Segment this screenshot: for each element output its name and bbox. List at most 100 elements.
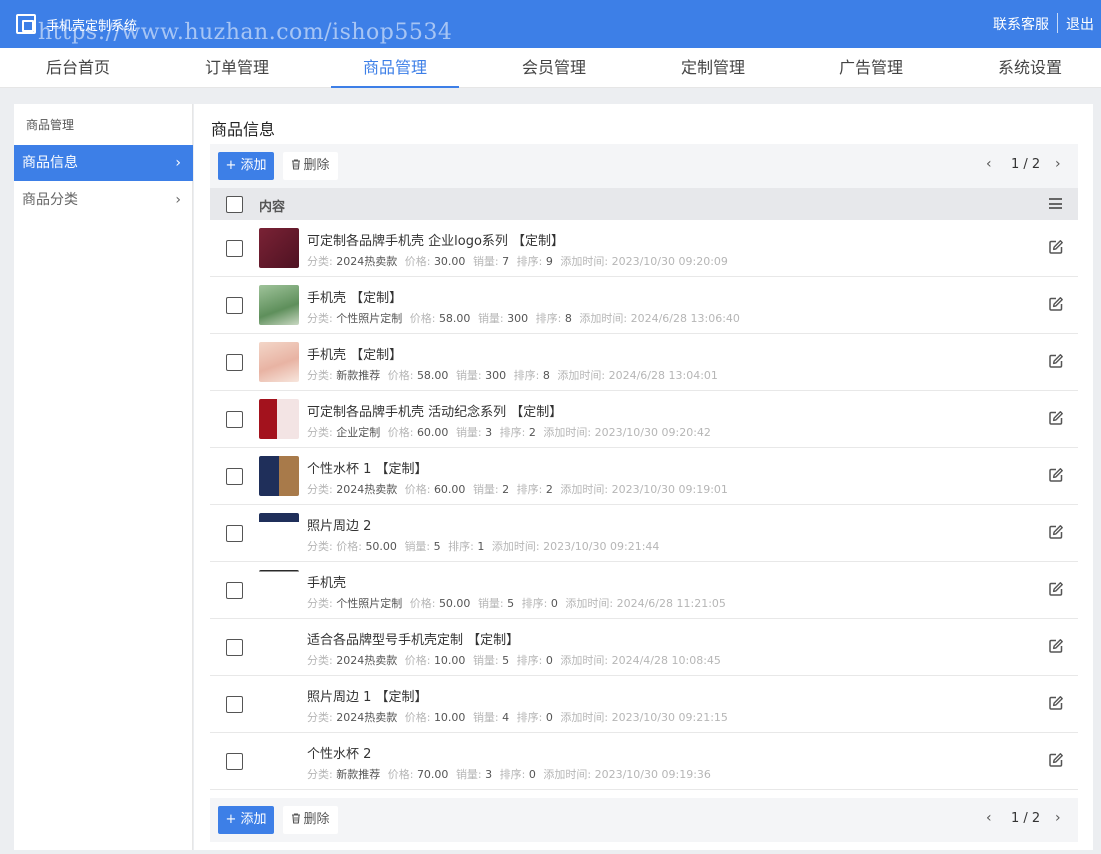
product-meta: 分类: 价格: 50.00 销量: 5 排序: 1 添加时间: 2023/10/… [307, 538, 659, 554]
meta-label-order: 排序: [516, 711, 543, 724]
product-title[interactable]: 可定制各品牌手机壳 活动纪念系列 【定制】 [307, 401, 562, 420]
nav-item-ads[interactable]: 广告管理 [807, 48, 935, 88]
logout-link[interactable]: 退出 [1066, 14, 1094, 34]
row-checkbox[interactable] [226, 525, 243, 542]
edit-icon[interactable] [1048, 638, 1064, 654]
meta-sales: 7 [502, 255, 510, 268]
nav-item-home[interactable]: 后台首页 [14, 48, 142, 88]
meta-label-added: 添加时间: [565, 597, 614, 610]
column-header-content: 内容 [259, 200, 286, 215]
meta-label-price: 价格: [387, 426, 414, 439]
meta-added: 2023/10/30 09:19:01 [611, 483, 728, 496]
sidebar-item-label: 商品信息 [22, 155, 78, 171]
product-title[interactable]: 手机壳 【定制】 [307, 344, 402, 363]
add-button[interactable]: + 添加 [218, 152, 274, 180]
edit-icon[interactable] [1048, 410, 1064, 426]
meta-category: 新款推荐 [336, 768, 381, 781]
sidebar-title: 商品管理 [26, 118, 75, 132]
meta-label-category: 分类: [307, 426, 333, 439]
row-checkbox[interactable] [226, 696, 243, 713]
nav-item-members[interactable]: 会员管理 [490, 48, 618, 88]
meta-price: 58.00 [438, 312, 471, 325]
nav-item-settings[interactable]: 系统设置 [966, 48, 1094, 88]
edit-icon[interactable] [1048, 239, 1064, 255]
delete-button[interactable]: 删除 [283, 806, 338, 834]
row-checkbox[interactable] [226, 240, 243, 257]
add-button[interactable]: + 添加 [218, 806, 274, 834]
row-checkbox[interactable] [226, 639, 243, 656]
meta-label-order: 排序: [499, 768, 526, 781]
row-checkbox[interactable] [226, 411, 243, 428]
row-checkbox[interactable] [226, 297, 243, 314]
meta-price: 30.00 [433, 255, 466, 268]
product-title[interactable]: 个性水杯 2 [307, 743, 371, 762]
meta-label-price: 价格: [404, 255, 431, 268]
row-checkbox[interactable] [226, 582, 243, 599]
meta-sales: 300 [485, 369, 507, 382]
product-title[interactable]: 照片周边 1 【定制】 [307, 686, 428, 705]
table-row: 手机壳 【定制】 分类: 新款推荐 价格: 58.00 销量: 300 排序: … [210, 334, 1078, 391]
meta-sales: 2 [502, 483, 510, 496]
table-row: 照片周边 1 【定制】 分类: 2024热卖款 价格: 10.00 销量: 4 … [210, 676, 1078, 733]
row-checkbox[interactable] [226, 753, 243, 770]
edit-icon[interactable] [1048, 353, 1064, 369]
main-nav: 后台首页 订单管理 商品管理 会员管理 定制管理 广告管理 系统设置 [0, 48, 1101, 88]
meta-category: 新款推荐 [336, 369, 381, 382]
meta-sales: 4 [502, 711, 510, 724]
edit-icon[interactable] [1048, 695, 1064, 711]
meta-sales: 3 [485, 768, 493, 781]
chevron-right-icon[interactable]: › [1055, 810, 1061, 826]
product-thumbnail [259, 456, 299, 496]
meta-order: 0 [545, 711, 553, 724]
chevron-right-icon[interactable]: › [1055, 156, 1061, 172]
edit-icon[interactable] [1048, 524, 1064, 540]
sidebar-item-product-info[interactable]: 商品信息 › [14, 145, 193, 181]
nav-item-orders[interactable]: 订单管理 [173, 48, 301, 88]
product-thumbnail [259, 228, 299, 268]
chevron-left-icon[interactable]: ‹ [986, 156, 992, 172]
meta-price: 58.00 [416, 369, 449, 382]
sidebar-item-label: 商品分类 [22, 192, 78, 208]
edit-icon[interactable] [1048, 467, 1064, 483]
product-title[interactable]: 适合各品牌型号手机壳定制 【定制】 [307, 629, 519, 648]
meta-order: 8 [542, 369, 550, 382]
table-row: 可定制各品牌手机壳 活动纪念系列 【定制】 分类: 企业定制 价格: 60.00… [210, 391, 1078, 448]
edit-icon[interactable] [1048, 752, 1064, 768]
select-all-checkbox[interactable] [226, 196, 243, 213]
meta-added: 2023/10/30 09:21:44 [543, 540, 660, 553]
delete-label: 删除 [303, 158, 330, 173]
meta-category: 2024热卖款 [336, 711, 398, 724]
meta-label-order: 排序: [516, 483, 543, 496]
product-title[interactable]: 手机壳 [307, 572, 346, 591]
product-title[interactable]: 个性水杯 1 【定制】 [307, 458, 428, 477]
sidebar-item-product-category[interactable]: 商品分类 › [14, 182, 193, 218]
meta-label-category: 分类: [307, 540, 333, 553]
watermark: https://www.huzhan.com/ishop5534 [38, 20, 453, 45]
delete-button[interactable]: 删除 [283, 152, 338, 180]
meta-label-added: 添加时间: [557, 369, 606, 382]
chevron-left-icon[interactable]: ‹ [986, 810, 992, 826]
meta-price: 70.00 [416, 768, 449, 781]
product-title[interactable]: 可定制各品牌手机壳 企业logo系列 【定制】 [307, 230, 564, 249]
meta-category: 2024热卖款 [336, 654, 398, 667]
meta-price: 50.00 [365, 540, 397, 553]
bottom-toolbar: + 添加 删除 ‹ 1 / 2 › [210, 798, 1078, 842]
contact-support-link[interactable]: 联系客服 [993, 14, 1049, 34]
meta-label-sales: 销量: [472, 255, 499, 268]
product-title[interactable]: 手机壳 【定制】 [307, 287, 402, 306]
nav-item-customization[interactable]: 定制管理 [649, 48, 777, 88]
edit-icon[interactable] [1048, 296, 1064, 312]
meta-label-category: 分类: [307, 312, 333, 325]
meta-label-added: 添加时间: [543, 426, 592, 439]
nav-item-products[interactable]: 商品管理 [331, 48, 459, 88]
menu-icon[interactable] [1049, 198, 1062, 209]
meta-added: 2024/6/28 11:21:05 [616, 597, 726, 610]
meta-order: 0 [550, 597, 558, 610]
row-checkbox[interactable] [226, 468, 243, 485]
row-checkbox[interactable] [226, 354, 243, 371]
table-row: 手机壳 【定制】 分类: 个性照片定制 价格: 58.00 销量: 300 排序… [210, 277, 1078, 334]
product-title[interactable]: 照片周边 2 [307, 515, 371, 534]
meta-order: 9 [545, 255, 553, 268]
delete-label: 删除 [303, 812, 330, 827]
edit-icon[interactable] [1048, 581, 1064, 597]
